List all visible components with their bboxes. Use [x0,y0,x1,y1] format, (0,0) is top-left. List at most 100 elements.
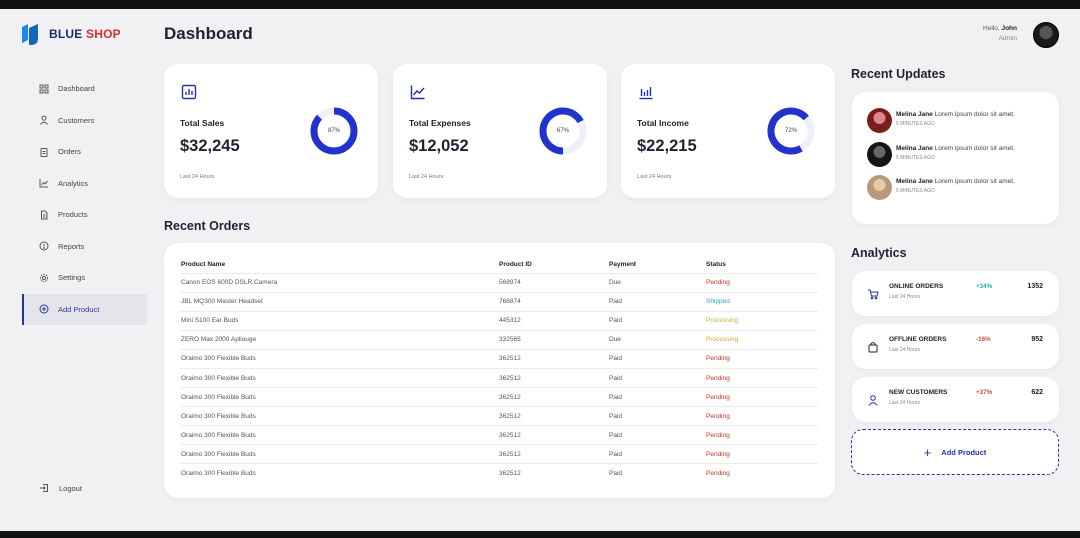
payment-cell: Due [608,329,705,350]
stat-label: Total Expenses [409,118,471,128]
sidebar-item-label: Settings [58,273,86,283]
app-window: BLUE SHOP Dashboard Customers Orders Ana… [0,9,1080,531]
analytics-sub: Last 24 Hours [889,400,921,406]
product-name-cell: Oraimo 300 Flexible Buds [180,387,498,407]
payment-cell: Paid [608,425,705,445]
analytics-percent: +34% [976,283,993,290]
table-row[interactable]: Canon EOS 600D DSLR Camera 568974 Due Pendi… [180,272,818,293]
avatar [867,142,892,167]
stat-footer: Last 24 Hours [637,174,672,180]
table-row[interactable]: Oraimo 300 Flexible Buds 362512 Paid Pendin… [180,406,818,426]
sidebar-item-label: Customers [58,115,95,125]
product-id-cell: 362512 [498,425,608,445]
avatar [867,108,892,133]
product-name-cell: Mini S100 Ear Buds [180,310,498,331]
orders-table-card: Product Name Product ID Payment Status C… [164,243,835,498]
info-icon [39,241,49,251]
product-id-cell: 362512 [498,348,608,369]
column-header: Status [706,260,726,268]
update-text: Lorem ipsum dolor sit amet. [934,145,1015,152]
table-row[interactable]: Oraimo 300 Flexible Buds 362512 Paid Pendin… [180,425,818,445]
analytics-sub: Last 24 Hours [889,294,921,300]
sidebar-item-label: Dashboard [58,84,95,94]
update-item[interactable]: Melina Jane Lorem ipsum dolor sit amet. … [867,108,1052,134]
update-time: 5 MINUTES AGO [896,188,935,194]
line-chart-icon [410,85,425,100]
product-id-cell: 768874 [498,291,608,312]
add-product-label: Add Product [941,447,987,457]
user-role: Admin [998,35,1017,42]
update-text: Lorem ipsum dolor sit amet. [934,178,1015,185]
analytics-offline-orders[interactable]: OFFLINE ORDERS Last 24 Hours -16% 952 [852,324,1059,369]
updates-card: Melina Jane Lorem ipsum dolor sit amet. … [852,92,1059,224]
table-row[interactable]: Oraimo 300 Flexible Buds 362512 Paid Pendin… [180,348,818,369]
sidebar-item-orders[interactable]: Orders [22,136,147,168]
analytics-title: Analytics [851,246,907,260]
product-id-cell: 362512 [498,444,608,464]
update-name: Melina Jane [896,145,933,152]
payment-cell: Paid [608,291,705,312]
sidebar-item-settings[interactable]: Settings [22,262,147,294]
plus-circle-icon [39,304,49,314]
status-cell: Processing [705,310,818,331]
update-item[interactable]: Melina Jane Lorem ipsum dolor sit amet. … [867,142,1052,168]
update-name: Melina Jane [896,178,933,185]
update-text: Lorem ipsum dolor sit amet. [934,111,1015,118]
add-product-button[interactable]: + Add Product [851,429,1059,475]
product-name-cell: Oraimo 300 Flexible Buds [180,367,498,388]
sidebar-item-products[interactable]: Products [22,199,147,231]
table-row[interactable]: JBL MQ300 Master Headset 768874 Paid Shippe… [180,291,818,312]
stat-label: Total Income [637,118,689,128]
payment-cell: Paid [608,463,705,484]
status-cell: Pending [705,444,818,464]
sidebar-item-add-product[interactable]: Add Product [22,293,147,325]
sidebar-item-customers[interactable]: Customers [22,105,147,137]
sidebar-nav: Dashboard Customers Orders Analytics Pro… [22,73,147,325]
user-icon [868,395,878,406]
logout-button[interactable]: Logout [39,483,82,493]
user-name: John [1001,25,1017,32]
status-cell: Pending [705,272,818,293]
payment-cell: Paid [608,348,705,369]
table-header-row: Product Name Product ID Payment Status [180,260,818,273]
sidebar-item-label: Orders [58,147,81,157]
brand-logo[interactable]: BLUE SHOP [20,22,121,46]
table-row[interactable]: Oraimo 300 Flexible Buds 362512 Paid Pendin… [180,463,818,484]
payment-cell: Due [608,272,705,293]
product-id-cell: 568974 [498,272,608,293]
table-row[interactable]: Mini S100 Ear Buds 445312 Paid Processing [180,310,818,331]
status-cell: Pending [705,425,818,445]
progress-percent: 67% [556,128,569,134]
recent-updates-title: Recent Updates [851,67,946,81]
table-row[interactable]: Oraimo 300 Flexible Buds 362512 Paid Pendin… [180,367,818,388]
sidebar-item-dashboard[interactable]: Dashboard [22,73,147,105]
logout-icon [39,483,49,493]
analytics-new-customers[interactable]: NEW CUSTOMERS Last 24 Hours +37% 622 [852,377,1059,422]
bar-chart-icon [639,87,653,100]
update-item[interactable]: Melina Jane Lorem ipsum dolor sit amet. … [867,175,1052,201]
avatar [867,175,892,200]
product-name-cell: Oraimo 300 Flexible Buds [180,444,498,464]
stat-card-sales: Total Sales $32,245 Last 24 Hours 87% [164,64,378,198]
stat-value: $12,052 [409,137,469,155]
sidebar-item-reports[interactable]: Reports [22,231,147,263]
sidebar-item-label: Add Product [58,304,100,314]
table-row[interactable]: Oraimo 300 Flexible Buds 362512 Paid Pendin… [180,387,818,407]
sidebar-item-label: Products [58,210,88,220]
status-cell: Pending [705,348,818,369]
avatar[interactable] [1033,22,1059,48]
product-name-cell: ZERO Max 2000 Apliouge [180,329,498,350]
table-row[interactable]: Oraimo 300 Flexible Buds 362512 Paid Pendin… [180,444,818,464]
plus-icon: + [923,444,932,460]
analytics-number: 952 [1031,336,1043,343]
analytics-name: OFFLINE ORDERS [889,336,947,343]
progress-percent: 72% [784,128,797,134]
table-row[interactable]: ZERO Max 2000 Apliouge 332565 Due Processin… [180,329,818,350]
sidebar-item-analytics[interactable]: Analytics [22,168,147,200]
update-time: 5 MINUTES AGO [896,155,935,161]
analytics-percent: +37% [976,389,993,396]
analytics-online-orders[interactable]: ONLINE ORDERS Last 24 Hours +34% 1352 [852,271,1059,316]
product-name-cell: Oraimo 300 Flexible Buds [180,348,498,369]
status-cell: Pending [705,387,818,407]
payment-cell: Paid [608,444,705,464]
